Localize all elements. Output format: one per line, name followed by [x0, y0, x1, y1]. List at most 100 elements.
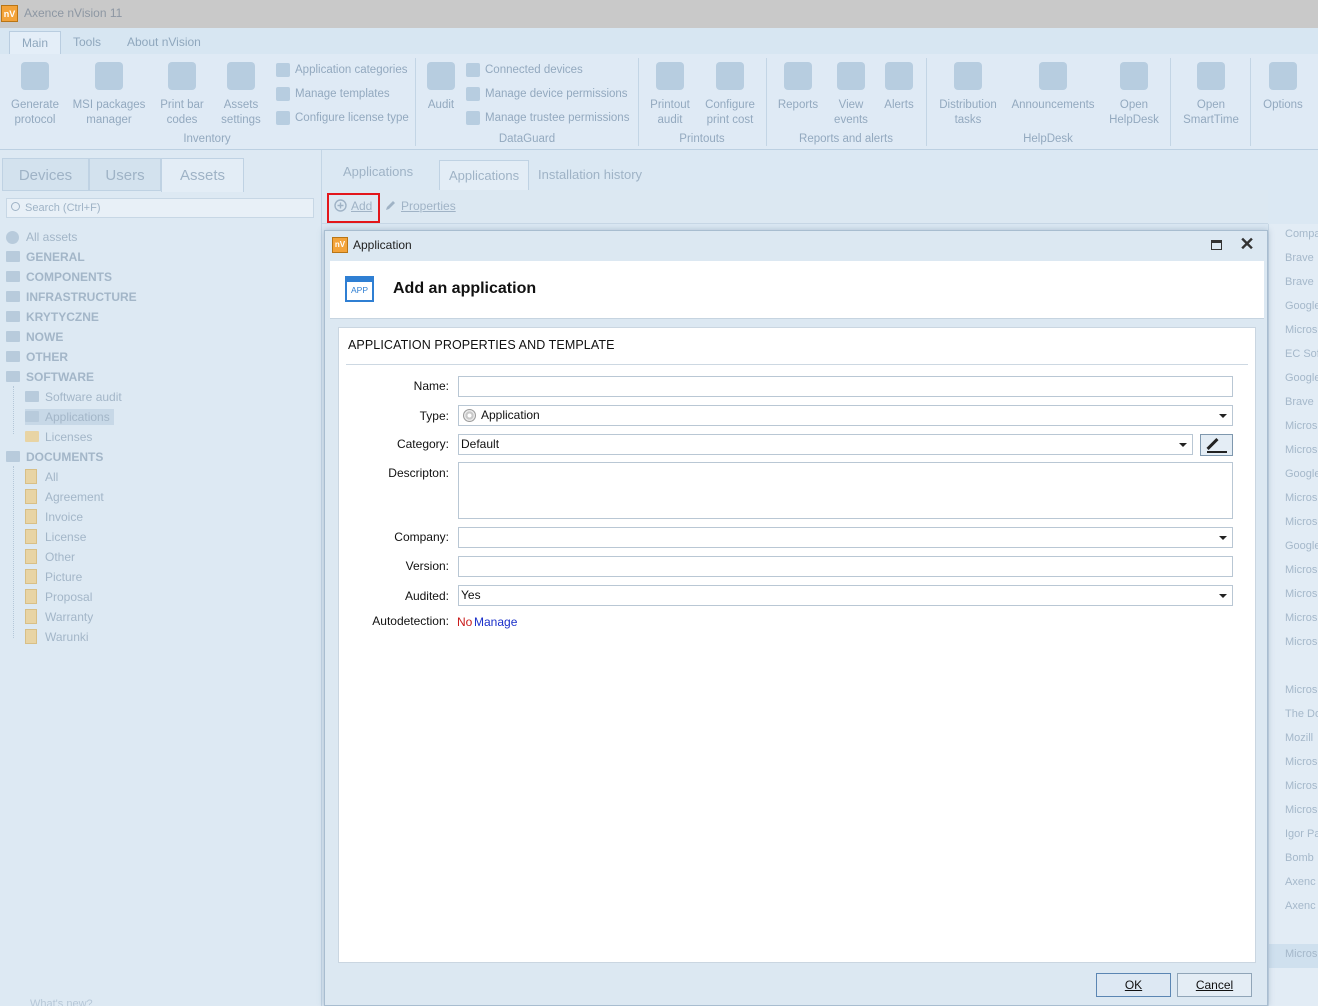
print-bar-codes-button[interactable]: Print bar codes [155, 62, 209, 128]
tab-users[interactable]: Users [89, 158, 161, 191]
connected-devices-button[interactable]: Connected devices [466, 62, 583, 78]
add-button-highlight [327, 193, 380, 223]
tree-item-nowe[interactable]: NOWE [6, 329, 63, 345]
assets-settings-button[interactable]: Assets settings [215, 62, 267, 128]
list-item[interactable]: Micros [1269, 584, 1318, 608]
whats-new-link[interactable]: What's new? [30, 998, 93, 1006]
list-item[interactable]: Axenc [1269, 896, 1318, 920]
app-window-icon-bar [347, 278, 372, 282]
list-item[interactable]: Micros [1269, 632, 1318, 656]
manage-templates-button[interactable]: Manage templates [276, 86, 390, 102]
list-item[interactable]: Micros [1269, 752, 1318, 776]
list-item[interactable] [1269, 920, 1318, 944]
ribbon-tab-main[interactable]: Main [9, 31, 62, 54]
tab-assets[interactable]: Assets [161, 158, 244, 192]
license-icon [25, 431, 39, 442]
list-item[interactable]: Micros [1269, 776, 1318, 800]
cancel-button[interactable]: Cancel [1177, 973, 1252, 997]
list-item[interactable]: Micros [1269, 560, 1318, 584]
list-item[interactable]: Micros [1269, 680, 1318, 704]
list-item[interactable]: Brave [1269, 248, 1318, 272]
configure-print-cost-button[interactable]: Configure print cost [701, 62, 759, 128]
msi-packages-manager-button[interactable]: MSI packages manager [70, 62, 148, 128]
list-item[interactable]: EC Sof [1269, 344, 1318, 368]
list-item[interactable]: Mozill [1269, 728, 1318, 752]
company-dropdown[interactable] [458, 527, 1233, 548]
audited-dropdown[interactable]: Yes [458, 585, 1233, 606]
view-events-button[interactable]: View events [829, 62, 873, 128]
manage-autodetection-link[interactable]: Manage [474, 615, 517, 629]
list-item[interactable]: Google [1269, 536, 1318, 560]
printout-audit-button[interactable]: Printout audit [646, 62, 694, 128]
tree-item-other[interactable]: OTHER [6, 349, 68, 365]
tree-item-warranty[interactable]: Warranty [25, 609, 93, 625]
tree-item-agreement[interactable]: Agreement [25, 489, 104, 505]
tab-applications[interactable]: Applications [439, 160, 530, 190]
ribbon-tab-about[interactable]: About nVision [115, 31, 213, 54]
reports-button[interactable]: Reports [776, 62, 820, 113]
tree-item-infrastructure[interactable]: INFRASTRUCTURE [6, 289, 137, 305]
ok-button[interactable]: OK [1096, 973, 1171, 997]
list-item[interactable]: Google [1269, 296, 1318, 320]
distribution-tasks-button[interactable]: Distribution tasks [936, 62, 1000, 128]
ribbon-tab-tools[interactable]: Tools [61, 31, 113, 54]
configure-license-type-button[interactable]: Configure license type [276, 110, 409, 126]
generate-protocol-button[interactable]: Generate protocol [6, 62, 64, 128]
tree-item-proposal[interactable]: Proposal [25, 589, 92, 605]
list-item[interactable]: Micros [1269, 416, 1318, 440]
list-item[interactable]: Micros [1269, 320, 1318, 344]
tree-item-doc-all[interactable]: All [25, 469, 58, 485]
open-helpdesk-button[interactable]: Open HelpDesk [1106, 62, 1162, 128]
list-item[interactable]: Igor Pa [1269, 824, 1318, 848]
tab-installation-history[interactable]: Installation history [529, 160, 651, 190]
search-input[interactable]: Search (Ctrl+F) [6, 198, 314, 218]
tree-item-warunki[interactable]: Warunki [25, 629, 89, 645]
name-field[interactable] [458, 376, 1233, 397]
audit-button[interactable]: Audit [423, 62, 459, 113]
open-smarttime-button[interactable]: Open SmartTime [1180, 62, 1242, 128]
edit-category-button[interactable] [1200, 434, 1233, 456]
tree-item-general[interactable]: GENERAL [6, 249, 85, 265]
list-item[interactable]: Micros [1269, 440, 1318, 464]
application-categories-button[interactable]: Application categories [276, 62, 408, 78]
tree-item-licenses[interactable]: Licenses [25, 429, 92, 445]
category-dropdown[interactable]: Default [458, 434, 1193, 455]
list-item[interactable]: Axenc [1269, 872, 1318, 896]
version-field[interactable] [458, 556, 1233, 577]
list-item[interactable]: Micros [1269, 512, 1318, 536]
list-item[interactable]: Micros [1269, 800, 1318, 824]
list-item[interactable]: Brave [1269, 272, 1318, 296]
maximize-icon[interactable] [1211, 240, 1222, 250]
tree-item-invoice[interactable]: Invoice [25, 509, 83, 525]
tree-item-doc-other[interactable]: Other [25, 549, 75, 565]
tree-item-software-audit[interactable]: Software audit [25, 389, 122, 405]
tab-devices[interactable]: Devices [2, 158, 89, 191]
tree-item-krytyczne[interactable]: KRYTYCZNE [6, 309, 99, 325]
tree-item-documents[interactable]: DOCUMENTS [6, 449, 103, 465]
list-item[interactable]: Micros [1269, 944, 1318, 968]
list-item[interactable]: Google [1269, 464, 1318, 488]
description-field[interactable] [458, 462, 1233, 519]
tree-item-all-assets[interactable]: All assets [6, 229, 77, 245]
list-item[interactable]: Bomb [1269, 848, 1318, 872]
alerts-button[interactable]: Alerts [880, 62, 918, 113]
list-item[interactable]: Micros [1269, 608, 1318, 632]
options-button[interactable]: Options [1258, 62, 1308, 113]
list-item[interactable] [1269, 656, 1318, 680]
type-dropdown[interactable]: Application [458, 405, 1233, 426]
list-column-header[interactable]: Compa [1269, 224, 1318, 248]
manage-device-permissions-button[interactable]: Manage device permissions [466, 86, 628, 102]
tree-item-picture[interactable]: Picture [25, 569, 82, 585]
properties-button[interactable]: Properties [384, 198, 456, 214]
tree-item-software[interactable]: SOFTWARE [6, 369, 94, 385]
tree-item-license[interactable]: License [25, 529, 86, 545]
announcements-button[interactable]: Announcements [1010, 62, 1096, 113]
list-item[interactable]: The Do [1269, 704, 1318, 728]
tree-item-applications[interactable]: Applications [25, 409, 114, 425]
list-item[interactable]: Brave [1269, 392, 1318, 416]
tree-item-components[interactable]: COMPONENTS [6, 269, 112, 285]
manage-trustee-permissions-button[interactable]: Manage trustee permissions [466, 110, 629, 126]
list-item[interactable]: Micros [1269, 488, 1318, 512]
close-icon[interactable]: ✕ [1239, 234, 1255, 254]
list-item[interactable]: Google [1269, 368, 1318, 392]
